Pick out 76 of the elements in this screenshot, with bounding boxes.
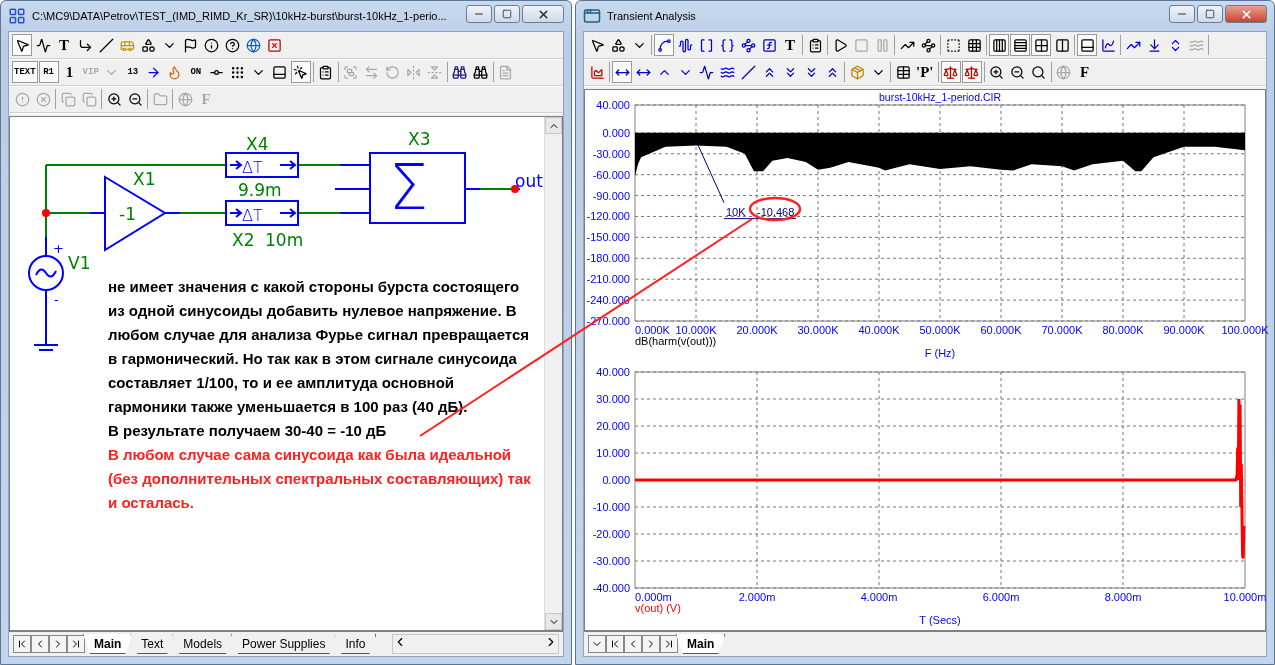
component-label: V1 [68, 253, 91, 273]
y-tick-label: 40.000 [596, 99, 630, 111]
note-text: В результате получаем 30-40 = -10 дБ [108, 421, 388, 441]
y-tick-label: -240.000 [586, 294, 630, 307]
x-tick-label: 4.000m [860, 591, 898, 603]
note-text: В любом случае сама синусоида как была идеальной (без дополнительных спектральных составляющих) так и осталась. [108, 445, 532, 513]
x-tick-label: 80.000K [1102, 324, 1144, 336]
marker-label: 10K [726, 205, 746, 218]
window-title: Transient Analysis [607, 9, 696, 23]
y-tick-label: -10.000 [592, 501, 630, 513]
y-tick-label: -30.000 [592, 147, 630, 160]
x-tick-label: 2.000m [738, 591, 776, 603]
symbol-label: ΔT [242, 206, 263, 225]
series-label: v(out) (V) [635, 602, 681, 614]
component-label: -1 [119, 204, 136, 224]
y-tick-label: -150.000 [586, 231, 630, 244]
y-tick-label: -210.000 [586, 273, 630, 286]
x-tick-label: 0.000m [635, 591, 672, 603]
x-tick-label: 20.000K [736, 324, 778, 336]
component-label: X2 [232, 230, 255, 250]
marker-value: -10.468 [757, 205, 795, 218]
symbol-label: Σ [389, 151, 429, 224]
note-text: не имеет значения с какой стороны бурста состоящего из одной синусоиды добавить нулевое напряжение. В любом случае для анализа Фурье сигнал превращается в гармонический. Но так как в этом сигнале синусоида составляет 1/100, то и ее амплитуда основной гармоники также уменьшается в 100 раз (40 дБ). [108, 277, 531, 417]
x-tick-label: 50.000K [919, 324, 961, 336]
plot-title: burst-10kHz_1-period.CIR [879, 91, 1001, 103]
x-tick-label: 30.000K [797, 324, 839, 336]
component-label: X3 [408, 129, 431, 149]
x-tick-label: 60.000K [980, 324, 1022, 336]
component-label: 9.9m [238, 180, 282, 200]
text-tool-button[interactable]: TEXT [12, 61, 38, 83]
text-tool-button[interactable]: T [54, 34, 74, 56]
text-tool-button[interactable]: R1 [38, 61, 59, 83]
y-tick-label: 0.000 [602, 474, 630, 486]
y-tick-label: -30.000 [592, 555, 630, 567]
y-tick-label: -20.000 [592, 528, 630, 540]
component-label: X4 [246, 134, 269, 154]
text-tool-button[interactable]: 1 [59, 61, 80, 83]
pin-label: - [54, 292, 59, 307]
text-tool-button[interactable]: 'P' [914, 61, 936, 83]
text-tool-button[interactable]: T [780, 34, 800, 56]
x-tick-label: 90.000K [1163, 324, 1205, 336]
x-tick-label: 100.000K [1221, 324, 1269, 336]
component-label: 10m [265, 230, 304, 250]
x-tick-label: 10.000K [675, 324, 717, 336]
y-tick-label: 40.000 [596, 366, 630, 378]
sheet-tab[interactable]: Power Supplies [231, 634, 337, 654]
y-tick-label: -120.000 [586, 210, 630, 223]
x-tick-label: 0.000K [635, 324, 670, 336]
sheet-tab[interactable]: Info [334, 634, 377, 654]
text-tool-button[interactable]: F [1074, 61, 1095, 83]
series-label: dB(harm(v(out))) [635, 335, 717, 347]
sheet-tab[interactable]: Main [83, 634, 133, 654]
window-title: C:\MC9\DATA\Petrov\TEST_(IMD_RIMD_Kr_SR)\10kHz-burst\burst-10kHz_1-perio... [32, 9, 447, 23]
node-label: out [515, 171, 543, 191]
y-tick-label: -180.000 [586, 252, 630, 265]
pin-label: + [53, 241, 64, 256]
axis-title: F (Hz) [924, 347, 956, 359]
x-tick-label: 10.000m [1223, 591, 1267, 603]
symbol-label: ΔT [242, 158, 263, 177]
text-tool-button[interactable]: ON [185, 61, 206, 83]
component-label: X1 [133, 169, 156, 189]
y-tick-label: 20.000 [596, 420, 630, 432]
y-tick-label: 30.000 [596, 393, 630, 405]
text-tool-button[interactable]: 13 [122, 61, 143, 83]
sheet-tab[interactable]: Text [130, 634, 175, 654]
x-tick-label: 40.000K [858, 324, 900, 336]
y-tick-label: -60.000 [592, 168, 630, 181]
x-tick-label: 8.000m [1104, 591, 1142, 603]
y-tick-label: -40.000 [592, 582, 630, 594]
y-tick-label: -90.000 [592, 189, 630, 202]
x-tick-label: 70.000K [1041, 324, 1083, 336]
y-tick-label: 0.000 [602, 126, 630, 139]
sheet-tab[interactable]: Main [676, 634, 726, 654]
y-tick-label: 10.000 [596, 447, 630, 459]
x-tick-label: 6.000m [982, 591, 1020, 603]
axis-title: T (Secs) [919, 614, 961, 626]
